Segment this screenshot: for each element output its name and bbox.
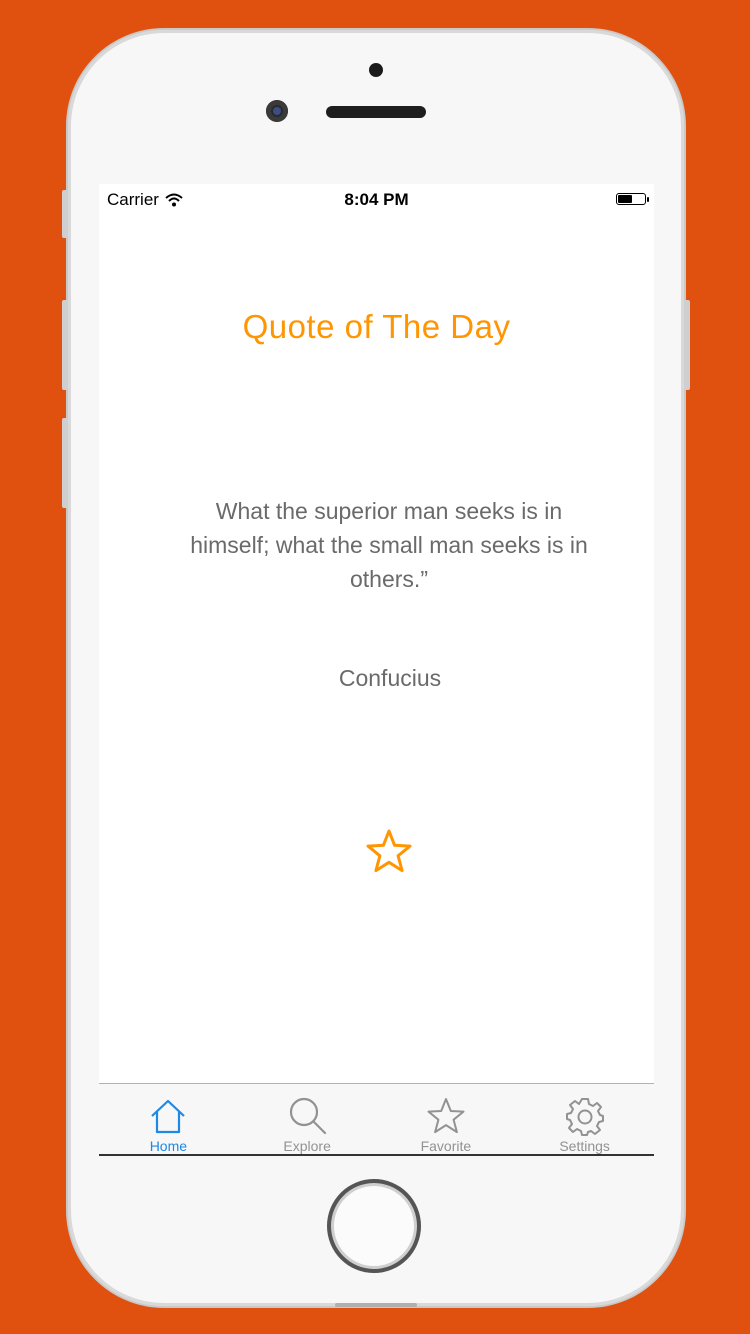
- tab-favorite[interactable]: Favorite: [377, 1084, 516, 1154]
- quote-text: What the superior man seeks is in himsel…: [190, 498, 588, 592]
- phone-bottom-detail: [335, 1303, 417, 1307]
- power-button: [684, 300, 690, 390]
- volume-up-button: [62, 300, 68, 390]
- star-icon: [427, 1098, 465, 1134]
- tab-settings[interactable]: Settings: [515, 1084, 654, 1154]
- tab-home[interactable]: Home: [99, 1084, 238, 1154]
- home-icon: [151, 1099, 186, 1134]
- favorite-star-icon[interactable]: [365, 828, 413, 874]
- front-camera: [266, 100, 288, 122]
- volume-down-button: [62, 418, 68, 508]
- proximity-sensor: [369, 63, 383, 77]
- mute-switch: [62, 190, 68, 238]
- tab-explore-label: Explore: [283, 1138, 331, 1154]
- screen: Carrier 8:04 PM Quote of The Day What th…: [99, 184, 654, 1156]
- battery-fill: [618, 195, 632, 203]
- quote-author: Confucius: [338, 665, 442, 691]
- tab-explore[interactable]: Explore: [238, 1084, 377, 1154]
- battery-icon: [616, 193, 649, 205]
- tab-settings-label: Settings: [559, 1138, 610, 1154]
- status-time: 8:04 PM: [344, 190, 409, 209]
- page-title: Quote of The Day: [242, 308, 511, 345]
- earpiece-speaker: [326, 106, 426, 118]
- status-bar: Carrier 8:04 PM: [99, 184, 654, 214]
- tab-home-label: Home: [149, 1138, 188, 1154]
- gear-icon: [565, 1098, 604, 1136]
- tab-favorite-label: Favorite: [420, 1138, 472, 1154]
- search-icon: [290, 1097, 327, 1135]
- tab-bar: Home Explore Favorite Settings: [99, 1083, 654, 1156]
- home-button[interactable]: [327, 1179, 421, 1273]
